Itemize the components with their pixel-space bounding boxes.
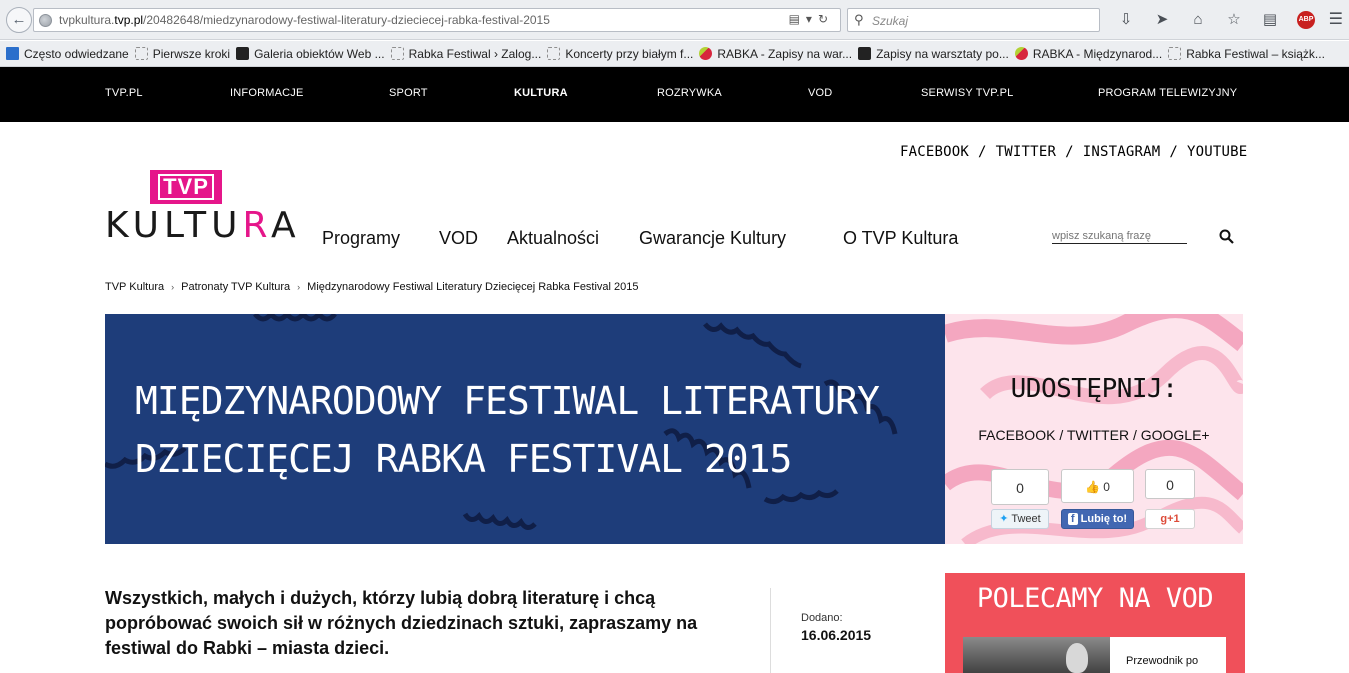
thumbs-up-icon: 👍 <box>1085 480 1100 494</box>
bookmark-item[interactable]: RABKA - Międzynarod... <box>1014 47 1162 61</box>
breadcrumb-current: Międzynarodowy Festiwal Literatury Dziec… <box>307 281 639 293</box>
url-text: tvpkultura.tvp.pl/20482648/miedzynarodow… <box>59 13 550 27</box>
vod-recommend-box: POLECAMY NA VOD Przewodnik po <box>945 573 1245 673</box>
breadcrumb-item[interactable]: Patronaty TVP Kultura <box>181 281 290 293</box>
vod-thumbnail[interactable] <box>963 637 1110 673</box>
nav-serwisy[interactable]: SERWISY TVP.PL <box>921 87 1013 99</box>
bookmark-item[interactable]: Rabka Festiwal – książk... <box>1168 47 1325 61</box>
nav-kultura[interactable]: KULTURA <box>514 87 568 99</box>
bookmark-item[interactable]: Galeria obiektów Web ... <box>236 47 385 61</box>
main-nav-o-tvp-kultura[interactable]: O TVP Kultura <box>843 228 958 249</box>
nav-rozrywka[interactable]: ROZRYWKA <box>657 87 722 99</box>
adblock-icon[interactable]: ABP <box>1288 8 1324 32</box>
nav-informacje[interactable]: INFORMACJE <box>230 87 304 99</box>
nav-sport[interactable]: SPORT <box>389 87 428 99</box>
bookmark-item[interactable]: Zapisy na warsztaty po... <box>858 47 1009 61</box>
horse-icon <box>858 47 872 60</box>
hero-banner: MIĘDZYNARODOWY FESTIWAL LITERATURY DZIEC… <box>105 314 945 544</box>
main-nav-aktualnosci[interactable]: Aktualności <box>507 228 599 249</box>
tweet-button[interactable]: ✦ Tweet <box>991 509 1049 529</box>
vod-caption[interactable]: Przewodnik po <box>1126 655 1198 667</box>
bookmark-item[interactable]: Pierwsze kroki <box>134 47 230 61</box>
main-nav-programy[interactable]: Programy <box>322 228 400 249</box>
facebook-icon: f <box>1067 513 1078 525</box>
hero-title: MIĘDZYNARODOWY FESTIWAL LITERATURY DZIEC… <box>135 379 880 481</box>
tweet-widget: 0 ✦ Tweet <box>991 469 1049 529</box>
browser-search-bar[interactable]: ⚲ Szukaj <box>847 8 1100 32</box>
youtube-link[interactable]: YOUTUBE <box>1187 144 1247 160</box>
back-arrow-icon[interactable]: ← <box>6 7 32 33</box>
breadcrumb-item[interactable]: TVP Kultura <box>105 281 164 293</box>
reader-view-icon[interactable]: ▤ <box>789 12 806 26</box>
bookmark-star-icon[interactable]: ☆ <box>1216 8 1252 32</box>
bookmark-item[interactable]: RABKA - Zapisy na war... <box>699 47 852 61</box>
home-icon[interactable]: ⌂ <box>1180 8 1216 32</box>
like-widget: 👍 0 f Lubię to! <box>1061 469 1134 529</box>
bookmark-item[interactable]: Koncerty przy białym f... <box>547 47 693 61</box>
gallery-icon <box>236 47 250 60</box>
page-icon <box>547 47 561 60</box>
site-search-field[interactable] <box>1052 226 1187 244</box>
tweet-count: 0 <box>991 469 1049 505</box>
gplus-count: 0 <box>1145 469 1195 499</box>
site-favicon-icon <box>1014 47 1028 60</box>
twitter-link[interactable]: TWITTER <box>996 144 1056 160</box>
bookmarks-bar: Często odwiedzane Pierwsze kroki Galeria… <box>0 41 1349 67</box>
page-icon <box>1168 47 1182 60</box>
send-icon[interactable]: ➤ <box>1144 8 1180 32</box>
folder-icon <box>6 47 19 60</box>
share-links[interactable]: FACEBOOK / TWITTER / GOOGLE+ <box>945 427 1243 443</box>
search-icon[interactable] <box>1219 229 1234 244</box>
address-bar[interactable]: tvpkultura.tvp.pl/20482648/miedzynarodow… <box>33 8 841 32</box>
site-top-nav: TVP.PL INFORMACJE SPORT KULTURA ROZRYWKA… <box>0 67 1349 122</box>
vod-card[interactable]: Przewodnik po <box>963 637 1226 673</box>
added-date: 16.06.2015 <box>801 627 872 643</box>
search-icon: ⚲ <box>854 12 864 27</box>
article-lead: Wszystkich, małych i dużych, którzy lubi… <box>105 588 698 658</box>
url-actions: ▤▾↻ <box>789 12 834 26</box>
gplus-button[interactable]: g+1 <box>1145 509 1195 529</box>
facebook-link[interactable]: FACEBOOK <box>900 144 969 160</box>
kultura-logo-wordmark[interactable]: KULTURA <box>105 206 301 246</box>
bookmark-item[interactable]: Rabka Festiwal › Zalog... <box>390 47 541 61</box>
site-search-input[interactable] <box>1052 230 1182 242</box>
main-nav-vod[interactable]: VOD <box>439 228 478 249</box>
facebook-like-button[interactable]: f Lubię to! <box>1061 509 1134 529</box>
reload-icon[interactable]: ↻ <box>818 12 834 26</box>
twitter-bird-icon: ✦ <box>999 513 1009 525</box>
dropdown-arrow-icon[interactable]: ▾ <box>806 12 818 26</box>
page-icon <box>390 47 404 60</box>
nav-tvp-pl[interactable]: TVP.PL <box>105 87 143 99</box>
globe-icon <box>39 14 52 27</box>
social-links: FACEBOOK / TWITTER / INSTAGRAM / YOUTUBE <box>900 144 1248 160</box>
bookmark-item[interactable]: Często odwiedzane <box>6 47 129 61</box>
share-box: UDOSTĘPNIJ: FACEBOOK / TWITTER / GOOGLE+… <box>945 314 1243 544</box>
hamburger-menu-icon[interactable]: ☰ <box>1329 9 1343 29</box>
added-label: Dodano: <box>801 612 843 624</box>
search-placeholder: Szukaj <box>872 14 909 28</box>
share-title: UDOSTĘPNIJ: <box>1010 374 1178 404</box>
site-favicon-icon <box>699 47 713 60</box>
nav-program-tv[interactable]: PROGRAM TELEWIZYJNY <box>1098 87 1237 99</box>
toolbar-icons: ⇩ ➤ ⌂ ☆ ▤ ABP <box>1108 8 1324 32</box>
page-icon <box>134 47 148 60</box>
tvp-logo-badge[interactable]: TVP <box>150 170 222 204</box>
download-icon[interactable]: ⇩ <box>1108 8 1144 32</box>
divider <box>770 588 771 673</box>
gplus-widget: 0 g+1 <box>1145 469 1195 529</box>
reading-list-icon[interactable]: ▤ <box>1252 8 1288 32</box>
browser-toolbar: ← tvpkultura.tvp.pl/20482648/miedzynarod… <box>0 0 1349 40</box>
like-count: 👍 0 <box>1061 469 1134 503</box>
main-nav-gwarancje[interactable]: Gwarancje Kultury <box>639 228 786 249</box>
breadcrumb: TVP Kultura › Patronaty TVP Kultura › Między… <box>105 281 639 293</box>
nav-vod[interactable]: VOD <box>808 87 832 99</box>
vod-title: POLECAMY NA VOD <box>976 583 1214 614</box>
instagram-link[interactable]: INSTAGRAM <box>1083 144 1161 160</box>
